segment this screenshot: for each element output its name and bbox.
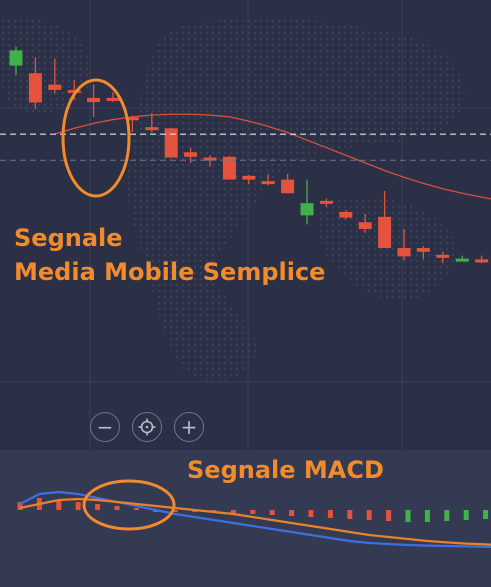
macd-histogram-bar bbox=[289, 510, 295, 516]
candle-body bbox=[339, 211, 353, 218]
macd-histogram-bar bbox=[75, 502, 81, 510]
candle bbox=[164, 127, 178, 158]
macd-histogram-bar bbox=[386, 510, 392, 521]
crosshair-icon bbox=[138, 418, 156, 436]
macd-histogram-bar bbox=[269, 510, 275, 515]
candle-body bbox=[164, 128, 178, 158]
macd-histogram-bar bbox=[463, 510, 469, 520]
macd-histogram-bar bbox=[483, 510, 489, 519]
sma-signal-line1: Segnale bbox=[14, 224, 123, 252]
plus-icon: + bbox=[180, 415, 198, 439]
candle-body bbox=[475, 259, 489, 263]
chart-canvas[interactable] bbox=[0, 0, 491, 587]
candle-body bbox=[455, 258, 469, 262]
candle-body bbox=[87, 97, 101, 103]
sma-signal-label: Segnale Media Mobile Semplice bbox=[14, 221, 325, 289]
macd-histogram-bar bbox=[424, 510, 430, 522]
trading-chart[interactable]: − + Segnale Media Mobile Semplice Segnal… bbox=[0, 0, 491, 587]
macd-histogram-bar bbox=[444, 510, 450, 521]
candle-body bbox=[319, 200, 333, 204]
zoom-out-button[interactable]: − bbox=[90, 412, 120, 442]
candle-body bbox=[281, 179, 295, 194]
candle-body bbox=[261, 181, 275, 185]
macd-histogram-bar bbox=[114, 506, 120, 510]
candle-body bbox=[106, 97, 120, 101]
macd-histogram-bar bbox=[250, 510, 256, 514]
candle-body bbox=[358, 222, 372, 229]
macd-histogram-bar bbox=[366, 510, 372, 520]
candle bbox=[222, 156, 236, 180]
macd-histogram-bar bbox=[133, 508, 139, 510]
macd-histogram-bar bbox=[95, 504, 101, 510]
minus-icon: − bbox=[96, 415, 114, 439]
macd-histogram-bar bbox=[308, 510, 314, 517]
candle-body bbox=[416, 248, 430, 252]
macd-histogram-bar bbox=[347, 510, 353, 519]
candle-body bbox=[397, 248, 411, 257]
candle-body bbox=[48, 84, 62, 90]
sma-signal-line2: Media Mobile Semplice bbox=[14, 258, 326, 286]
macd-histogram-bar bbox=[230, 510, 236, 513]
candle-body bbox=[378, 216, 392, 248]
macd-signal-label: Segnale MACD bbox=[187, 456, 384, 484]
candle-body bbox=[242, 175, 256, 180]
zoom-in-button[interactable]: + bbox=[174, 412, 204, 442]
macd-histogram-bar bbox=[405, 510, 411, 522]
candle-body bbox=[300, 203, 314, 216]
candle-body bbox=[9, 50, 23, 66]
macd-histogram-bar bbox=[56, 500, 62, 510]
center-chart-button[interactable] bbox=[132, 412, 162, 442]
candle-body bbox=[28, 73, 42, 103]
candle-body bbox=[184, 152, 198, 157]
candle-body bbox=[436, 254, 450, 258]
macd-histogram-bar bbox=[327, 510, 333, 518]
candle-body bbox=[145, 127, 159, 131]
